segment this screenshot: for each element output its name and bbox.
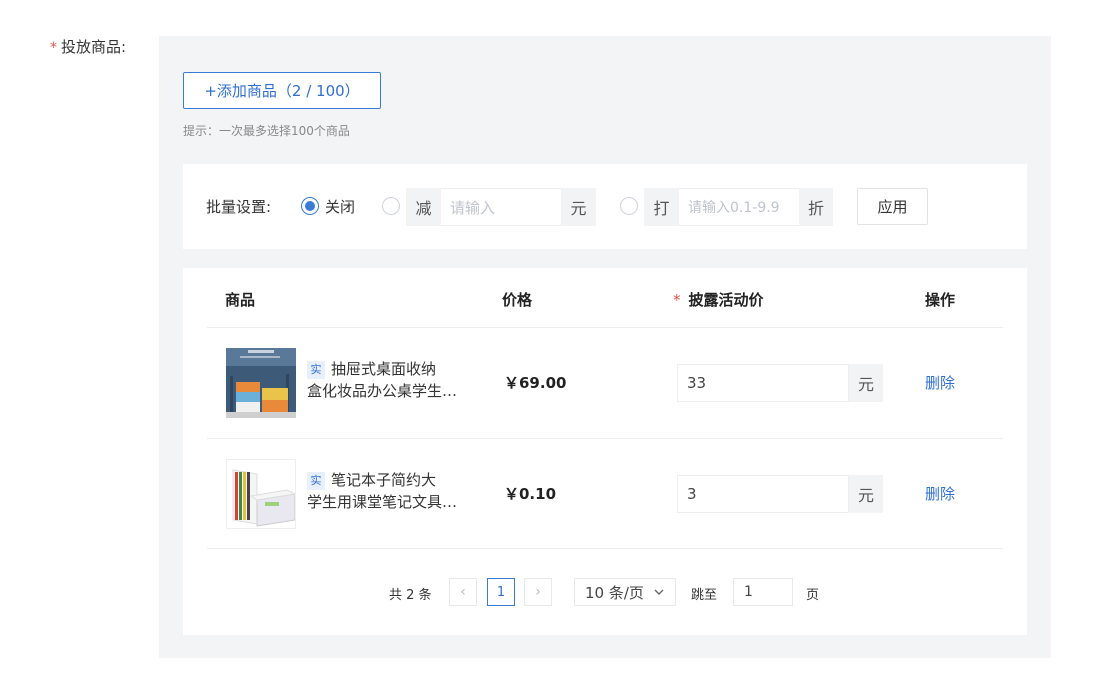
page-1-button[interactable]: 1 — [487, 578, 515, 606]
reduce-amount-input[interactable]: 请输入 — [441, 188, 561, 226]
activity-price-input[interactable]: 3 — [677, 475, 849, 513]
delete-link[interactable]: 删除 — [925, 372, 955, 393]
table-row: 实抽屉式桌面收纳 盒化妆品办公桌学生… ￥69.00 33 元 删除 — [207, 328, 1003, 438]
next-page-icon[interactable]: › — [524, 578, 552, 606]
page-size-select[interactable]: 10 条/页 — [574, 578, 676, 606]
required-mark: * — [50, 40, 57, 56]
page-size-value: 10 条/页 — [585, 583, 644, 602]
batch-settings-label: 批量设置: — [206, 198, 272, 216]
reduce-prefix: 减 — [406, 188, 441, 226]
header-product: 商品 — [225, 291, 256, 309]
products-panel: +添加商品（2 / 100） 提示：一次最多选择100个商品 批量设置: 关闭 … — [159, 36, 1051, 658]
product-table: 商品 价格 * 披露活动价 操作 实 抽屉式桌面收纳 盒化妆品办公桌学生… ￥6… — [183, 268, 1027, 635]
product-price: ￥0.10 — [504, 485, 557, 503]
radio-off-label: 关闭 — [325, 198, 356, 216]
pagination-total: 共 2 条 — [389, 588, 432, 603]
hint-text: 提示：一次最多选择100个商品 — [183, 124, 350, 138]
page-suffix: 页 — [806, 588, 820, 603]
activity-price-unit: 元 — [849, 364, 883, 402]
delete-link[interactable]: 删除 — [925, 483, 955, 504]
product-thumbnail-notebook — [226, 459, 296, 529]
header-activity-price-text: 披露活动价 — [688, 291, 764, 309]
header-actions: 操作 — [925, 291, 956, 309]
header-activity-price: * 披露活动价 — [673, 289, 764, 310]
activity-price-input[interactable]: 33 — [677, 364, 849, 402]
physical-tag: 实 — [307, 472, 325, 490]
radio-reduce[interactable] — [382, 197, 400, 215]
header-price: 价格 — [502, 291, 533, 309]
product-thumbnail-storage-box — [226, 348, 296, 418]
field-label-text: 投放商品: — [61, 38, 127, 56]
jump-page-input[interactable]: 1 — [733, 578, 793, 606]
discount-input[interactable]: 请输入0.1-9.9 — [679, 188, 799, 226]
chevron-down-icon — [653, 583, 665, 604]
batch-settings-card: 批量设置: 关闭 减 请输入 元 打 请输入0.1-9.9 折 应用 — [183, 164, 1027, 249]
jump-label: 跳至 — [691, 588, 718, 603]
radio-off[interactable] — [301, 197, 319, 215]
prev-page-icon[interactable]: ‹ — [449, 578, 477, 606]
discount-suffix: 折 — [799, 188, 833, 226]
physical-tag: 实 — [307, 361, 325, 379]
add-product-button[interactable]: +添加商品（2 / 100） — [183, 72, 381, 109]
row-divider — [207, 548, 1003, 549]
field-label: * 投放商品: — [50, 36, 126, 57]
required-mark: * — [673, 291, 681, 309]
activity-price-unit: 元 — [849, 475, 883, 513]
discount-prefix: 打 — [644, 188, 679, 226]
pagination: 共 2 条 ‹ 1 › 10 条/页 跳至 1 页 — [183, 578, 1027, 606]
product-title: 实笔记本子简约大 学生用课堂笔记文具… — [307, 471, 458, 511]
product-title: 实抽屉式桌面收纳 盒化妆品办公桌学生… — [307, 360, 458, 400]
product-price: ￥69.00 — [504, 374, 567, 392]
apply-button[interactable]: 应用 — [857, 188, 928, 225]
reduce-suffix: 元 — [561, 188, 596, 226]
radio-discount[interactable] — [620, 197, 638, 215]
table-row: 实笔记本子简约大 学生用课堂笔记文具… ￥0.10 3 元 删除 — [207, 439, 1003, 549]
